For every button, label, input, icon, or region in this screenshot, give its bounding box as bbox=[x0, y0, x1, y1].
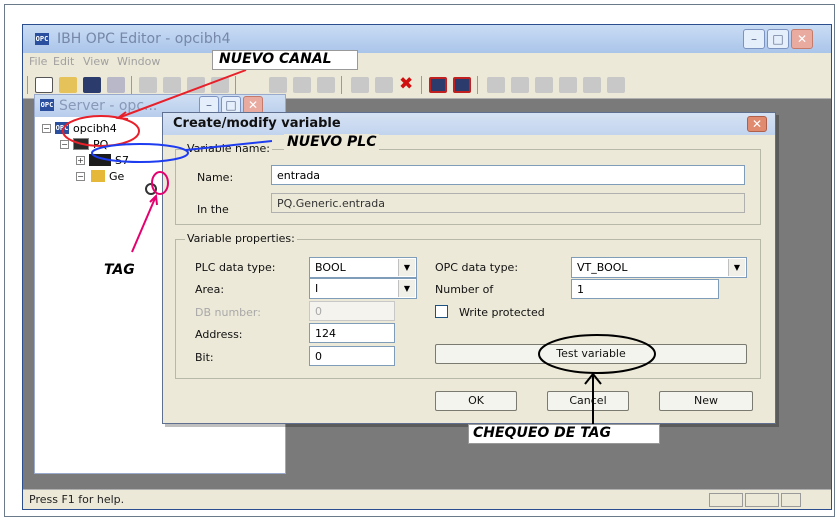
chequeo-de-tag-label: CHEQUEO DE TAG bbox=[468, 424, 660, 444]
screenshot: OPC IBH OPC Editor - opcibh4 – □ ✕ File … bbox=[0, 0, 839, 521]
tag-arrow bbox=[131, 195, 157, 253]
annotation-overlay bbox=[62, 69, 656, 425]
nuevo-canal-circle bbox=[62, 115, 140, 147]
nuevo-canal-label: NUEVO CANAL bbox=[212, 50, 358, 70]
tag-label: TAG bbox=[104, 262, 135, 278]
nuevo-canal-arrow bbox=[117, 69, 247, 119]
nuevo-plc-circle bbox=[91, 143, 189, 163]
nuevo-plc-label: NUEVO PLC bbox=[284, 134, 380, 150]
nuevo-plc-arrow bbox=[185, 140, 273, 151]
test-variable-circle bbox=[538, 334, 656, 374]
tag-circle bbox=[151, 171, 169, 195]
